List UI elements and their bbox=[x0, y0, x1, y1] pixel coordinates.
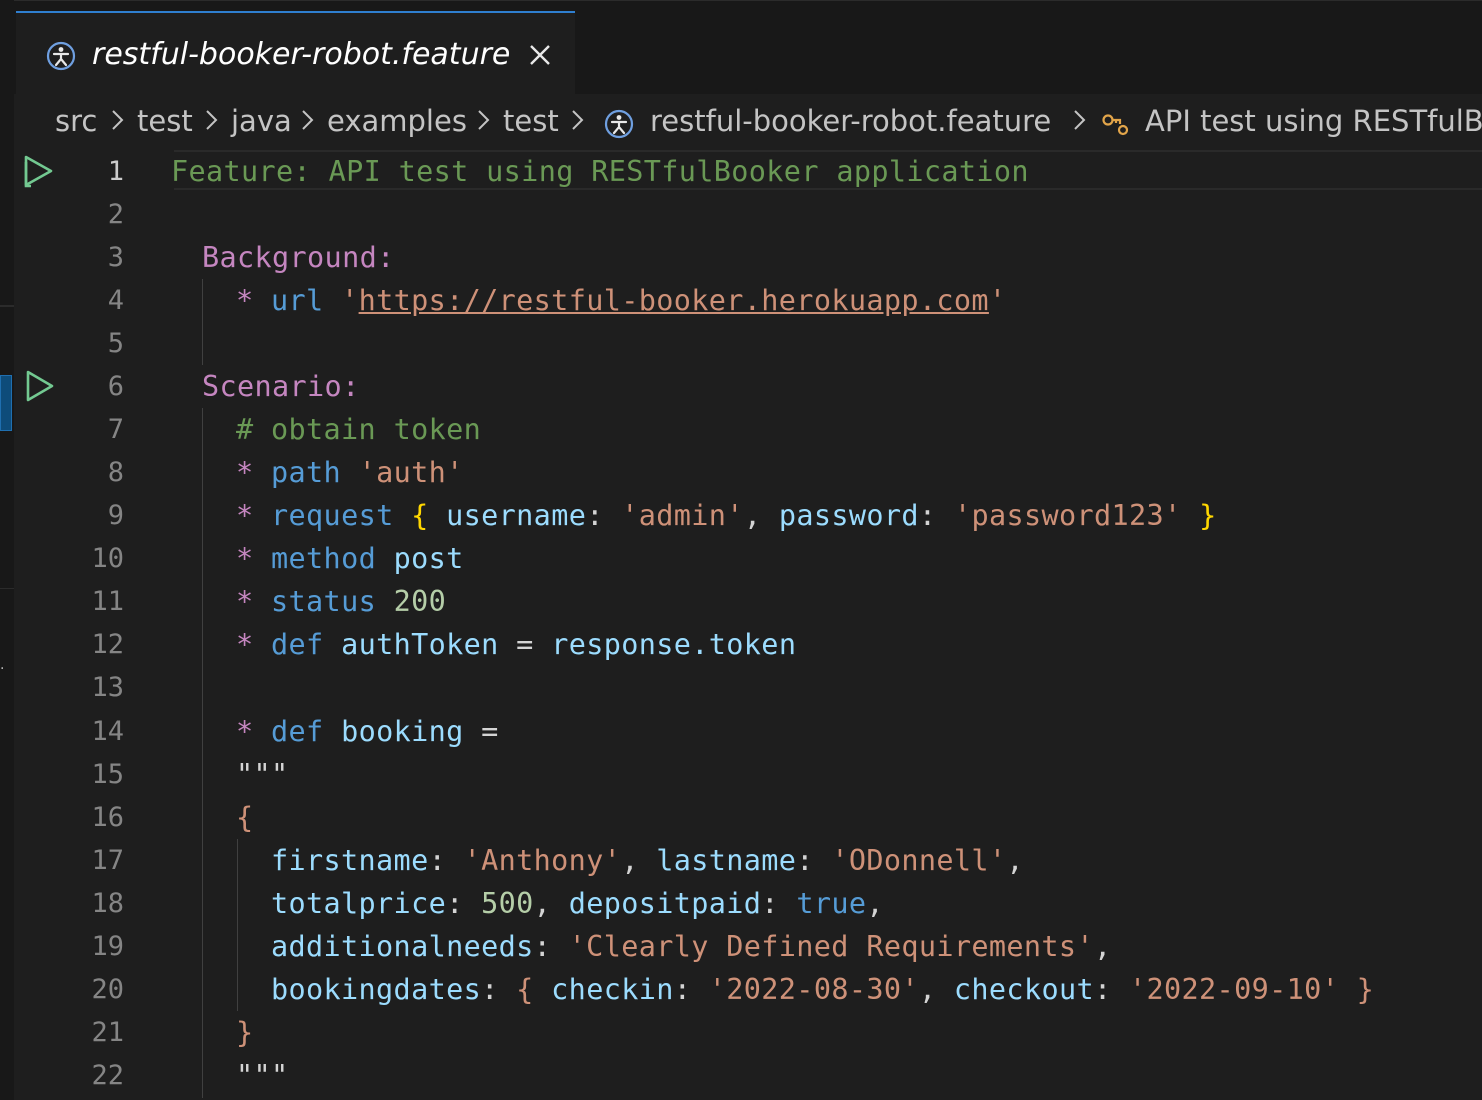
line-number: 9 bbox=[107, 500, 124, 531]
breadcrumb-item-symbol[interactable]: API test using RESTfulB bbox=[1145, 104, 1482, 138]
code-line-9: * request { username: 'admin', password:… bbox=[236, 499, 1217, 532]
breadcrumb-item-examples[interactable]: examples bbox=[327, 104, 467, 138]
breadcrumb-item-src[interactable]: src bbox=[55, 104, 97, 138]
url-link[interactable]: https://restful-booker.herokuapp.com bbox=[359, 284, 989, 317]
symbol-key-icon bbox=[1102, 114, 1129, 136]
karate-icon bbox=[46, 41, 76, 71]
code-line-11: * status 200 bbox=[236, 585, 447, 618]
code-line-4: * url 'https://restful-booker.herokuapp.… bbox=[236, 284, 1007, 317]
line-number: 6 bbox=[107, 371, 124, 402]
line-number: 15 bbox=[91, 759, 124, 790]
code-line-15: """ bbox=[236, 758, 289, 791]
code-line-7: # obtain token bbox=[236, 413, 482, 446]
active-panel-indicator[interactable] bbox=[0, 375, 12, 431]
code-line-16: { bbox=[236, 801, 254, 834]
tab-title: restful-booker-robot.feature bbox=[92, 37, 511, 72]
breadcrumb-item-file[interactable]: restful-booker-robot.feature bbox=[650, 104, 1051, 138]
line-number: 4 bbox=[107, 285, 124, 316]
line-number: 13 bbox=[91, 672, 124, 703]
chevron-right-icon bbox=[572, 110, 584, 130]
line-number: 14 bbox=[91, 716, 124, 747]
line-number: 20 bbox=[91, 974, 124, 1005]
karate-icon bbox=[604, 109, 634, 139]
editor-tab-bar: restful-booker-robot.feature bbox=[14, 0, 1482, 95]
breadcrumb-item-test[interactable]: test bbox=[503, 104, 559, 138]
code-line-17: firstname: 'Anthony', lastname: 'ODonnel… bbox=[271, 844, 1024, 877]
code-line-12: * def authToken = response.token bbox=[236, 628, 797, 661]
panel-divider bbox=[0, 305, 14, 307]
line-number: 19 bbox=[91, 931, 124, 962]
line-number: 7 bbox=[107, 414, 124, 445]
panel-divider bbox=[0, 588, 14, 589]
line-number: 12 bbox=[91, 629, 124, 660]
breadcrumb: src test java examples test restful-book… bbox=[14, 94, 1482, 150]
code-line-18: totalprice: 500, depositpaid: true, bbox=[271, 887, 884, 920]
line-number: 21 bbox=[91, 1017, 124, 1048]
indent-guide bbox=[237, 839, 238, 1011]
chevron-right-icon bbox=[206, 110, 218, 130]
close-icon[interactable] bbox=[528, 43, 552, 67]
line-number: 5 bbox=[107, 328, 124, 359]
line-number: 22 bbox=[91, 1060, 124, 1091]
code-line-21: } bbox=[236, 1016, 254, 1049]
line-number: 18 bbox=[91, 888, 124, 919]
line-number: 3 bbox=[107, 242, 124, 273]
line-number: 16 bbox=[91, 802, 124, 833]
code-line-8: * path 'auth' bbox=[236, 456, 464, 489]
code-line-1: Feature: API test using RESTfulBooker ap… bbox=[171, 155, 1029, 188]
line-number: 11 bbox=[91, 586, 124, 617]
code-line-10: * method post bbox=[236, 542, 464, 575]
line-number: 10 bbox=[91, 543, 124, 574]
line-number: 8 bbox=[107, 457, 124, 488]
more-icon[interactable]: · bbox=[0, 662, 14, 676]
code-line-20: bookingdates: { checkin: '2022-08-30', c… bbox=[271, 973, 1375, 1006]
indent-guide bbox=[202, 408, 203, 1098]
line-number: 1 bbox=[107, 156, 124, 187]
code-editor[interactable]: 1 2 3 4 5 6 7 8 9 10 11 12 13 14 15 16 1… bbox=[14, 150, 1482, 1100]
code-line-6: Scenario: bbox=[202, 370, 360, 403]
line-number: 2 bbox=[107, 199, 124, 230]
code-line-14: * def booking = bbox=[236, 715, 499, 748]
chevron-right-icon bbox=[478, 110, 490, 130]
editor-tab[interactable]: restful-booker-robot.feature bbox=[16, 11, 575, 95]
chevron-right-icon bbox=[302, 110, 314, 130]
line-number: 17 bbox=[91, 845, 124, 876]
code-line-22: """ bbox=[236, 1059, 289, 1092]
breadcrumb-item-test[interactable]: test bbox=[137, 104, 193, 138]
chevron-right-icon bbox=[112, 110, 124, 130]
breadcrumb-item-java[interactable]: java bbox=[231, 104, 292, 138]
code-line-3: Background: bbox=[202, 241, 395, 274]
activity-strip: · bbox=[0, 0, 15, 1100]
indent-guide bbox=[202, 279, 203, 365]
chevron-right-icon bbox=[1074, 110, 1086, 130]
code-line-19: additionalneeds: 'Clearly Defined Requir… bbox=[271, 930, 1112, 963]
